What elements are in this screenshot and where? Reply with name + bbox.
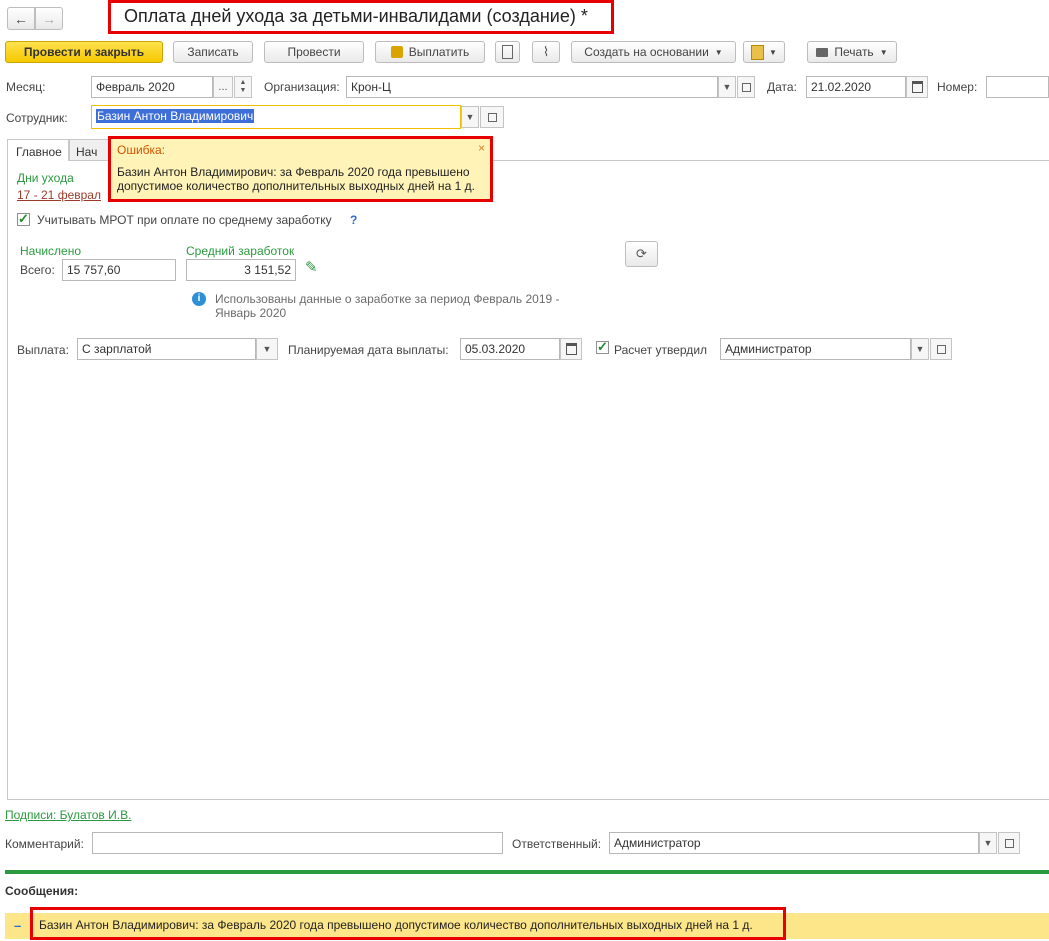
pay-label: Выплатить <box>408 45 470 59</box>
open-icon <box>936 344 946 354</box>
planned-date-label: Планируемая дата выплаты: <box>288 343 449 357</box>
chevron-down-icon: ▼ <box>879 47 888 57</box>
calendar-icon <box>911 81 923 93</box>
date-field[interactable]: 21.02.2020 <box>806 76 906 98</box>
employee-value: Базин Антон Владимирович <box>96 109 255 123</box>
month-stepper[interactable]: ▲ ▼ <box>234 76 252 98</box>
date-calendar-button[interactable] <box>906 76 928 98</box>
more-actions-button[interactable]: ▼ <box>743 41 785 63</box>
error-tooltip-title: Ошибка: <box>117 143 166 157</box>
payout-label: Выплата: <box>17 343 69 357</box>
total-field[interactable]: 15 757,60 <box>62 259 176 281</box>
error-tooltip: Ошибка: × Базин Антон Владимирович: за Ф… <box>108 136 493 202</box>
total-label: Всего: <box>20 263 55 277</box>
arrow-left-icon: ← <box>14 10 28 27</box>
calendar-icon <box>565 343 577 355</box>
tab-main-label: Главное <box>16 145 62 159</box>
error-tooltip-text: Базин Антон Владимирович: за Февраль 202… <box>117 165 475 193</box>
back-button[interactable]: ← <box>7 7 35 30</box>
month-label: Месяц: <box>6 80 46 94</box>
stepper-up-icon: ▲ <box>239 79 247 86</box>
pay-button[interactable]: Выплатить <box>375 41 485 63</box>
approved-by-field[interactable]: Администратор <box>720 338 911 360</box>
average-earnings-label: Средний заработок <box>186 244 295 258</box>
post-button[interactable]: Провести <box>264 41 364 63</box>
create-based-button[interactable]: Создать на основании ▼ <box>571 41 736 63</box>
document-icon <box>751 44 765 60</box>
approved-by-dropdown-button[interactable]: ▼ <box>911 338 929 360</box>
pay-icon <box>390 46 403 58</box>
close-icon[interactable]: × <box>478 141 485 155</box>
employee-open-button[interactable] <box>480 106 504 128</box>
save-button[interactable]: Записать <box>173 41 253 63</box>
approved-by-open-button[interactable] <box>930 338 952 360</box>
responsible-open-button[interactable] <box>998 832 1020 854</box>
payout-dropdown-button[interactable]: ▼ <box>256 338 278 360</box>
comment-field[interactable] <box>92 832 503 854</box>
printer-icon <box>816 47 829 57</box>
comment-label: Комментарий: <box>5 837 84 851</box>
document-list-icon <box>502 45 513 59</box>
refresh-icon: ⟳ <box>636 246 647 261</box>
print-button[interactable]: Печать ▼ <box>807 41 897 63</box>
page-title: Оплата дней ухода за детьми-инвалидами (… <box>124 6 588 26</box>
arrow-right-icon: → <box>42 10 56 27</box>
open-icon <box>487 112 497 122</box>
date-label: Дата: <box>767 80 797 94</box>
create-based-label: Создать на основании <box>584 45 709 59</box>
tab-accruals-label: Нач <box>76 145 98 159</box>
open-icon <box>741 82 751 92</box>
tab-main[interactable]: Главное <box>7 139 69 161</box>
approved-label: Расчет утвердил <box>614 343 708 357</box>
organization-open-button[interactable] <box>737 76 755 98</box>
planned-date-calendar-button[interactable] <box>560 338 582 360</box>
mrot-checkbox[interactable]: ✓ <box>17 212 30 226</box>
post-and-close-button[interactable]: Провести и закрыть <box>5 41 163 63</box>
planned-date-field[interactable]: 05.03.2020 <box>460 338 560 360</box>
tab-accruals[interactable]: Нач <box>69 139 109 160</box>
paperclip-icon: ⌇ <box>542 44 550 59</box>
attachment-button[interactable]: ⌇ <box>532 41 560 63</box>
chevron-down-icon: ▼ <box>714 47 723 57</box>
open-icon <box>1004 838 1014 848</box>
mrot-help-icon[interactable]: ? <box>350 213 357 227</box>
employee-dropdown-button[interactable]: ▼ <box>461 106 479 128</box>
report-button[interactable] <box>495 41 520 63</box>
message-text: Базин Антон Владимирович: за Февраль 202… <box>39 918 753 932</box>
responsible-field[interactable]: Администратор <box>609 832 979 854</box>
collapse-icon[interactable]: – <box>14 918 21 933</box>
approved-checkbox[interactable]: ✓ <box>596 340 609 354</box>
organization-dropdown-button[interactable]: ▼ <box>718 76 736 98</box>
chevron-down-icon: ▼ <box>769 47 777 57</box>
signatures-link[interactable]: Подписи: Булатов И.В. <box>5 808 131 822</box>
forward-button[interactable]: → <box>35 7 63 30</box>
accrued-label: Начислено <box>20 244 82 258</box>
mrot-label: Учитывать МРОТ при оплате по среднему за… <box>37 213 332 227</box>
info-icon: i <box>192 292 206 306</box>
refresh-button[interactable]: ⟳ <box>625 241 658 267</box>
pencil-icon[interactable]: ✎ <box>305 258 318 276</box>
organization-label: Организация: <box>264 80 340 94</box>
employee-label: Сотрудник: <box>6 111 68 125</box>
messages-header: Сообщения: <box>5 884 79 898</box>
month-select-button[interactable]: ... <box>213 76 233 98</box>
info-text-line-1: Использованы данные о заработке за перио… <box>215 292 560 306</box>
messages-divider <box>5 870 1049 874</box>
content-panel <box>7 160 1049 800</box>
number-label: Номер: <box>937 80 978 94</box>
care-days-link[interactable]: 17 - 21 феврал <box>17 188 101 202</box>
employee-field[interactable]: Базин Антон Владимирович <box>91 105 461 129</box>
stepper-down-icon: ▼ <box>239 87 247 94</box>
responsible-dropdown-button[interactable]: ▼ <box>979 832 997 854</box>
responsible-label: Ответственный: <box>512 837 602 851</box>
number-field[interactable] <box>986 76 1049 98</box>
average-earnings-field[interactable]: 3 151,52 <box>186 259 296 281</box>
care-days-label: Дни ухода <box>17 171 74 185</box>
info-text-line-2: Январь 2020 <box>215 306 287 320</box>
payout-field[interactable]: С зарплатой <box>77 338 256 360</box>
print-label: Печать <box>834 45 874 59</box>
organization-field[interactable]: Крон-Ц <box>346 76 718 98</box>
month-field[interactable]: Февраль 2020 <box>91 76 213 98</box>
